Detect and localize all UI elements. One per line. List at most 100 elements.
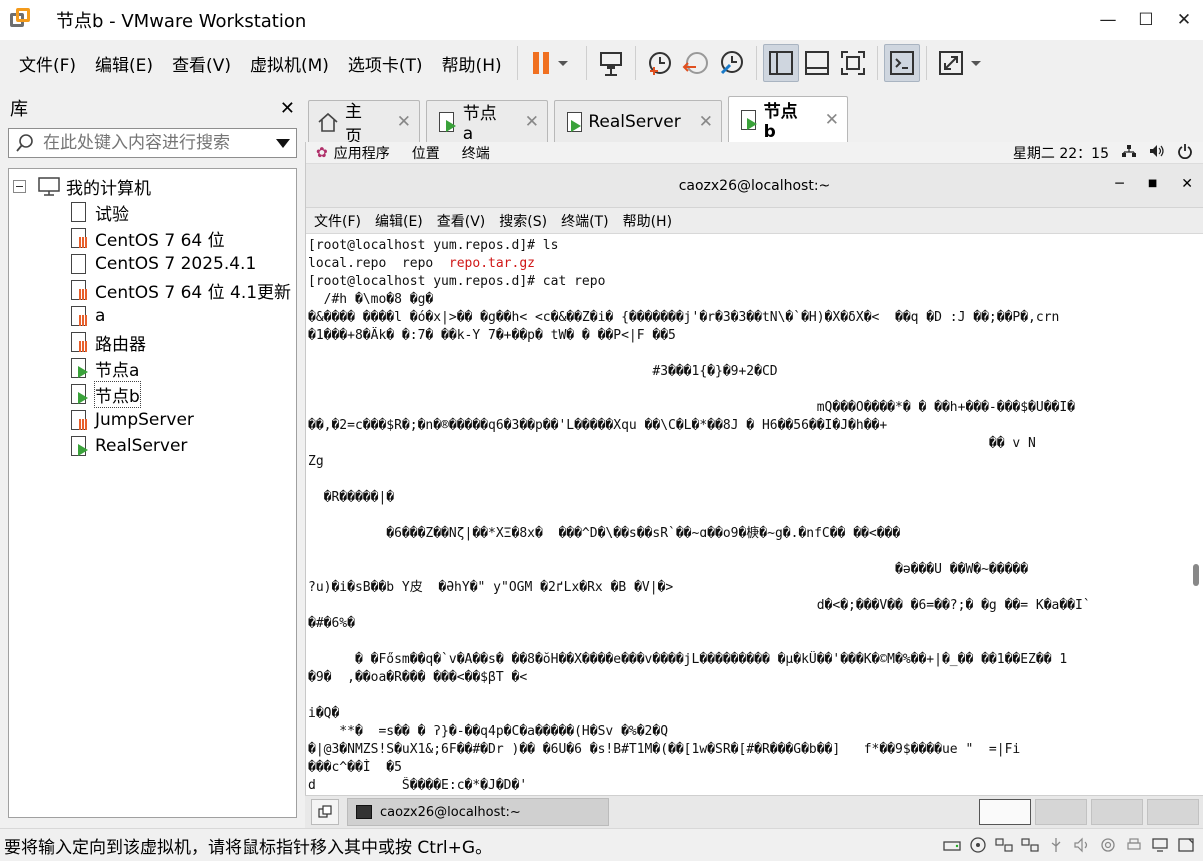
minimize-icon[interactable]: — bbox=[1089, 10, 1127, 30]
gnome-terminal-menu[interactable]: 终端 bbox=[462, 143, 490, 163]
printer-icon[interactable] bbox=[1125, 837, 1143, 853]
workspace-4[interactable] bbox=[1147, 799, 1199, 825]
vm-running-icon bbox=[67, 435, 89, 457]
power-icon[interactable] bbox=[1177, 143, 1193, 163]
terminal-menu-edit[interactable]: 编辑(E) bbox=[375, 211, 423, 231]
window-controls: — ☐ ✕ bbox=[1089, 10, 1203, 30]
close-icon[interactable]: ✕ bbox=[1181, 176, 1193, 192]
menu-tabs[interactable]: 选项卡(T) bbox=[339, 51, 432, 76]
gnome-clock[interactable]: 星期二 22：15 bbox=[1013, 143, 1109, 163]
terminal-menu-view[interactable]: 查看(V) bbox=[437, 211, 486, 231]
show-desktop-icon[interactable] bbox=[311, 799, 339, 825]
tree-item[interactable]: a bbox=[9, 303, 296, 329]
network-adapter-icon[interactable] bbox=[995, 837, 1013, 853]
fullscreen-icon bbox=[840, 51, 865, 75]
console-view-button[interactable] bbox=[883, 44, 920, 82]
tree-items: 试验 CentOS 7 64 位 CentOS 7 2025.4.1 CentOS 7… bbox=[9, 199, 296, 459]
terminal-menu-file[interactable]: 文件(F) bbox=[314, 211, 361, 231]
console-icon bbox=[889, 51, 914, 75]
tree-item[interactable]: JumpServer bbox=[9, 407, 296, 433]
close-tab-icon[interactable]: ✕ bbox=[681, 112, 713, 132]
maximize-icon[interactable]: ■ bbox=[1148, 176, 1157, 192]
send-ctrl-alt-del-button[interactable] bbox=[593, 44, 629, 82]
usb-icon[interactable] bbox=[1047, 837, 1065, 853]
menu-help[interactable]: 帮助(H) bbox=[433, 51, 511, 76]
take-snapshot-button[interactable] bbox=[642, 44, 678, 82]
terminal-line: ���c^��Ì �5 bbox=[308, 760, 402, 775]
terminal-output[interactable]: [root@localhost yum.repos.d]# ls local.re… bbox=[306, 234, 1203, 792]
menu-bar: 文件(F) 编辑(E) 查看(V) 虚拟机(M) 选项卡(T) 帮助(H) bbox=[0, 40, 1203, 86]
sound-card-icon[interactable] bbox=[1073, 837, 1091, 853]
workspace-3[interactable] bbox=[1091, 799, 1143, 825]
menu-edit[interactable]: 编辑(E) bbox=[86, 51, 162, 76]
suspend-button[interactable] bbox=[524, 44, 580, 82]
revert-snapshot-button[interactable] bbox=[678, 44, 714, 82]
gnome-apps-menu[interactable]: 应用程序 bbox=[334, 143, 390, 163]
tree-root[interactable]: 我的计算机 bbox=[9, 173, 296, 199]
close-library-icon[interactable]: ✕ bbox=[280, 98, 295, 119]
tree-item[interactable]: RealServer bbox=[9, 433, 296, 459]
chevron-down-icon[interactable] bbox=[276, 138, 290, 148]
close-tab-icon[interactable]: ✕ bbox=[379, 112, 411, 132]
message-log-icon[interactable] bbox=[1177, 837, 1195, 853]
tree-item[interactable]: CentOS 7 64 位 bbox=[9, 225, 296, 251]
full-screen-button[interactable] bbox=[835, 44, 871, 82]
close-tab-icon[interactable]: ✕ bbox=[807, 110, 839, 130]
vm-off-icon bbox=[67, 253, 89, 275]
taskbar-terminal-item[interactable]: caozx26@localhost:~ bbox=[347, 798, 609, 826]
library-title: 库 bbox=[10, 99, 28, 120]
tab-home[interactable]: 主页 ✕ bbox=[308, 100, 420, 147]
display-icon[interactable] bbox=[1151, 837, 1169, 853]
camera-icon[interactable] bbox=[1099, 837, 1117, 853]
maximize-icon[interactable]: ☐ bbox=[1127, 10, 1165, 30]
volume-icon[interactable] bbox=[1149, 144, 1165, 162]
tree-item-label: a bbox=[95, 306, 106, 326]
tree-item-label: JumpServer bbox=[95, 410, 194, 430]
terminal-menu-help[interactable]: 帮助(H) bbox=[623, 211, 672, 231]
status-text: 要将输入定向到该虚拟机，请将鼠标指针移入其中或按 Ctrl+G。 bbox=[4, 837, 493, 858]
cd-dvd-icon[interactable] bbox=[969, 837, 987, 853]
network-icon[interactable] bbox=[1121, 144, 1137, 162]
minimize-icon[interactable]: ─ bbox=[1115, 176, 1123, 192]
tab-node-a[interactable]: 节点a ✕ bbox=[426, 100, 548, 144]
tree-item[interactable]: CentOS 7 2025.4.1 bbox=[9, 251, 296, 277]
tree-item[interactable]: 节点b bbox=[9, 380, 296, 408]
tree-item-label: 节点a bbox=[95, 360, 140, 381]
tree-item[interactable]: 路由器 bbox=[9, 329, 296, 355]
vm-console[interactable]: ✿ 应用程序 位置 终端 星期二 22：15 caozx26@localhost… bbox=[305, 142, 1203, 795]
close-icon[interactable]: ✕ bbox=[1165, 10, 1203, 30]
vm-running-icon bbox=[67, 357, 89, 379]
stretch-guest-button[interactable] bbox=[933, 44, 989, 82]
workspace-1[interactable] bbox=[979, 799, 1031, 825]
collapse-icon[interactable] bbox=[13, 179, 26, 193]
close-tab-icon[interactable]: ✕ bbox=[507, 112, 539, 132]
terminal-menu-search[interactable]: 搜索(S) bbox=[499, 211, 547, 231]
tree-item[interactable]: 节点a bbox=[9, 355, 296, 381]
tab-label: 节点a bbox=[462, 104, 497, 144]
tab-node-b[interactable]: 节点b ✕ bbox=[728, 96, 848, 142]
gnome-places-menu[interactable]: 位置 bbox=[412, 143, 440, 163]
network-adapter-2-icon[interactable] bbox=[1021, 837, 1039, 853]
menu-vm[interactable]: 虚拟机(M) bbox=[241, 51, 338, 76]
workspace-2[interactable] bbox=[1035, 799, 1087, 825]
snapshot-manager-button[interactable] bbox=[714, 44, 750, 82]
show-library-button[interactable] bbox=[762, 44, 799, 82]
tree-item-label: 节点b bbox=[94, 380, 141, 408]
tab-realserver[interactable]: RealServer ✕ bbox=[554, 100, 722, 142]
thumbnail-bar-button[interactable] bbox=[799, 44, 835, 82]
status-bar: 要将输入定向到该虚拟机，请将鼠标指针移入其中或按 Ctrl+G。 bbox=[0, 828, 1203, 861]
vm-suspended-icon bbox=[67, 305, 89, 327]
hard-disk-icon[interactable] bbox=[943, 837, 961, 853]
terminal-menu-terminal[interactable]: 终端(T) bbox=[561, 211, 608, 231]
terminal-scrollbar[interactable] bbox=[1191, 234, 1199, 792]
search-input[interactable] bbox=[43, 133, 276, 153]
menu-view[interactable]: 查看(V) bbox=[163, 51, 240, 76]
scrollbar-thumb[interactable] bbox=[1193, 564, 1199, 586]
menu-file[interactable]: 文件(F) bbox=[10, 51, 85, 76]
tree-item[interactable]: 试验 bbox=[9, 199, 296, 225]
tree-item[interactable]: CentOS 7 64 位 4.1更新 bbox=[9, 277, 296, 303]
vm-running-icon bbox=[435, 111, 457, 133]
